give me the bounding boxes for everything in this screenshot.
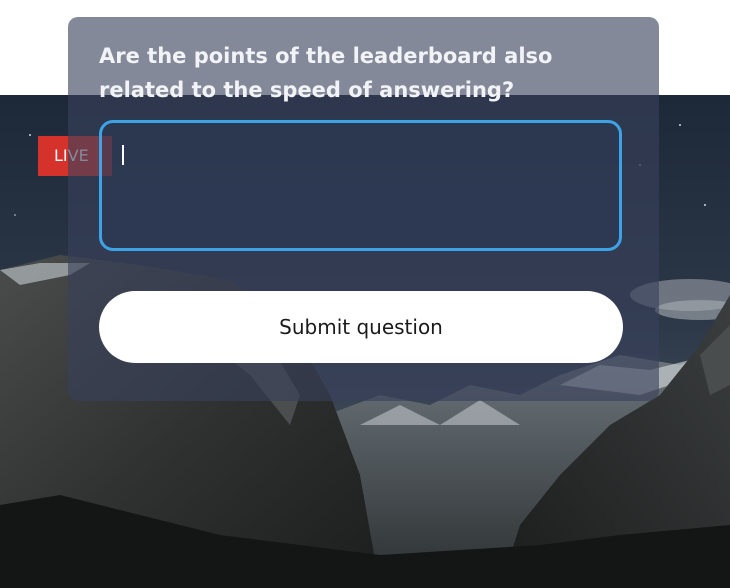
question-text: Are the points of the leaderboard also r… [99,44,553,102]
question-card: Are the points of the leaderboard also r… [68,17,659,401]
app-root: LIVE Are the points of the leaderboard a… [0,0,730,588]
question-input[interactable] [99,120,622,251]
submit-question-button[interactable]: Submit question [99,291,623,363]
text-cursor [122,145,124,165]
